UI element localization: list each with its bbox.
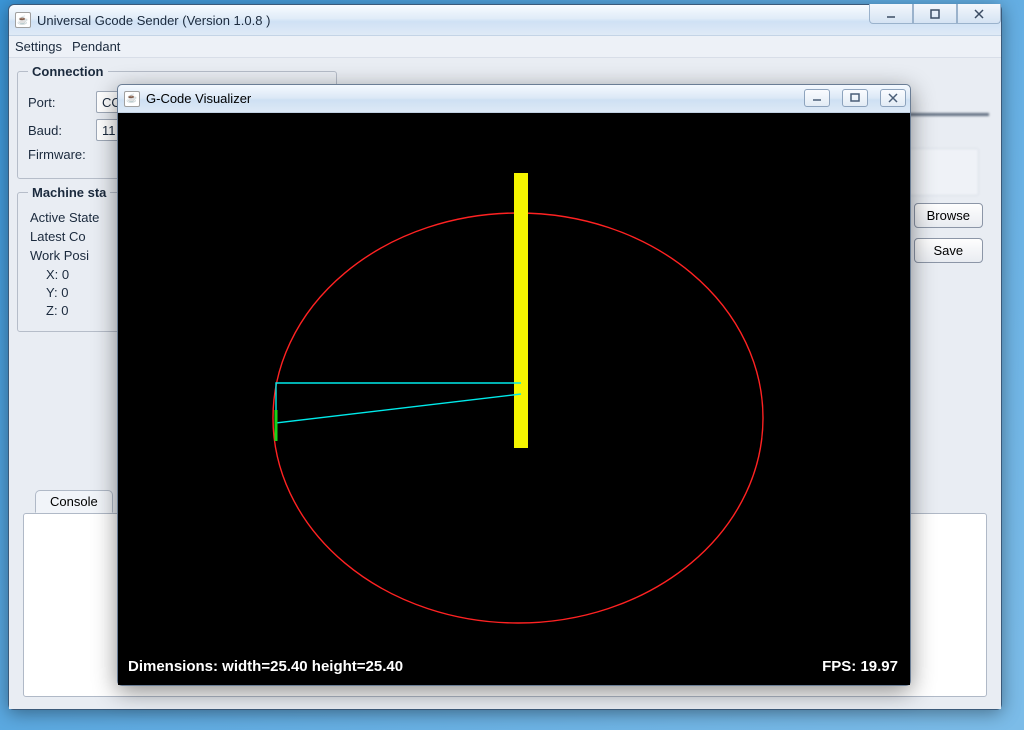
visualizer-window-buttons bbox=[804, 89, 906, 107]
menu-settings[interactable]: Settings bbox=[15, 39, 62, 54]
sub-close-button[interactable] bbox=[880, 89, 906, 107]
visualizer-window: ☕ G-Code Visualizer Dimensions: width=25… bbox=[117, 84, 911, 686]
yellow-tool-indicator bbox=[514, 173, 528, 448]
java-icon: ☕ bbox=[15, 12, 31, 28]
baud-label: Baud: bbox=[28, 123, 88, 138]
gcode-visualization bbox=[118, 113, 910, 685]
connection-legend: Connection bbox=[28, 64, 108, 79]
minimize-button[interactable] bbox=[869, 4, 913, 24]
machine-legend: Machine sta bbox=[28, 185, 110, 200]
visualizer-canvas[interactable]: Dimensions: width=25.40 height=25.40 FPS… bbox=[118, 113, 910, 685]
sub-maximize-button[interactable] bbox=[842, 89, 868, 107]
cyan-toolpath bbox=[276, 383, 521, 423]
main-titlebar[interactable]: ☕ Universal Gcode Sender (Version 1.0.8 … bbox=[9, 5, 1001, 36]
port-label: Port: bbox=[28, 95, 88, 110]
main-window-buttons bbox=[869, 5, 1001, 24]
right-buttons: Browse Save bbox=[914, 203, 983, 263]
sub-minimize-button[interactable] bbox=[804, 89, 830, 107]
visualizer-title: G-Code Visualizer bbox=[146, 91, 251, 106]
dimensions-overlay: Dimensions: width=25.40 height=25.40 bbox=[128, 658, 403, 675]
main-title: Universal Gcode Sender (Version 1.0.8 ) bbox=[37, 13, 270, 28]
menubar: Settings Pendant bbox=[9, 36, 1001, 58]
firmware-label: Firmware: bbox=[28, 147, 98, 162]
maximize-button[interactable] bbox=[913, 4, 957, 24]
close-button[interactable] bbox=[957, 4, 1001, 24]
console-tab[interactable]: Console bbox=[35, 490, 113, 513]
java-icon: ☕ bbox=[124, 91, 140, 107]
menu-pendant[interactable]: Pendant bbox=[72, 39, 120, 54]
visualizer-titlebar[interactable]: ☕ G-Code Visualizer bbox=[118, 85, 910, 113]
fps-overlay: FPS: 19.97 bbox=[822, 658, 898, 675]
save-button[interactable]: Save bbox=[914, 238, 983, 263]
browse-button[interactable]: Browse bbox=[914, 203, 983, 228]
